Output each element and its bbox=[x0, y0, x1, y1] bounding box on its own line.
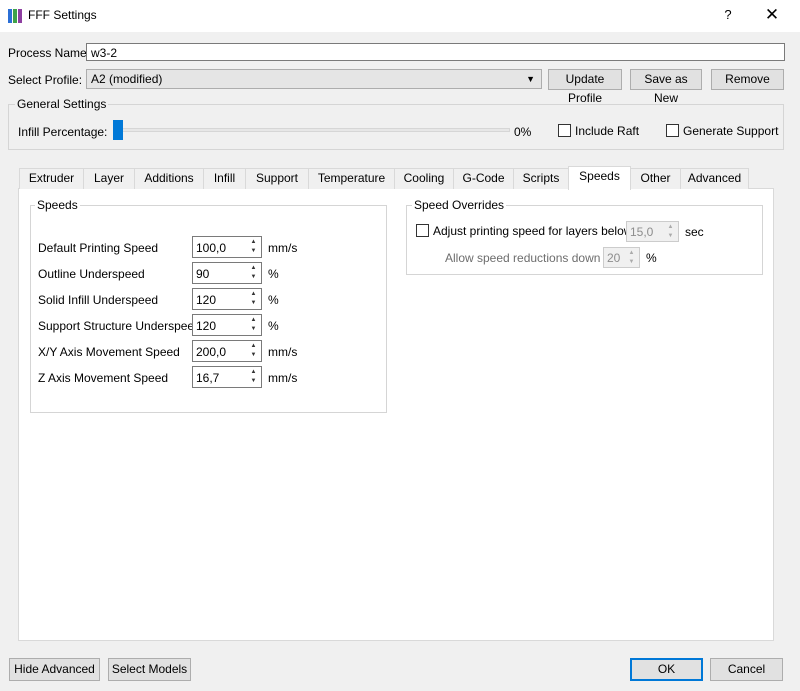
tab-other[interactable]: Other bbox=[630, 168, 681, 189]
profile-dropdown-value: A2 (modified) bbox=[91, 72, 163, 86]
z-axis-movement-speed-input[interactable]: 16,7 ▲ ▼ bbox=[192, 366, 262, 388]
xy-axis-movement-speed-value: 200,0 bbox=[196, 345, 227, 359]
chevron-down-icon: ▼ bbox=[526, 74, 535, 84]
adjust-speed-label: Adjust printing speed for layers below bbox=[433, 224, 633, 238]
support-structure-underspeed-value: 120 bbox=[196, 319, 217, 333]
update-profile-button[interactable]: Update Profile bbox=[548, 69, 622, 105]
outline-underspeed-input[interactable]: 90 ▲ ▼ bbox=[192, 262, 262, 284]
adjust-speed-value: 15,0 bbox=[630, 225, 654, 239]
solid-infill-underspeed-value: 120 bbox=[196, 293, 217, 307]
infill-percentage-label: Infill Percentage: bbox=[18, 125, 108, 139]
profile-dropdown[interactable]: A2 (modified) ▼ bbox=[86, 69, 542, 89]
save-as-new-button[interactable]: Save as New bbox=[630, 69, 702, 105]
support-structure-underspeed-label: Support Structure Underspeed bbox=[38, 319, 201, 333]
speed-reduction-label: Allow speed reductions down to bbox=[445, 251, 614, 265]
spin-arrows-icon[interactable]: ▲ ▼ bbox=[247, 342, 260, 360]
xy-axis-movement-speed-unit: mm/s bbox=[268, 345, 298, 359]
adjust-speed-checkbox[interactable] bbox=[416, 224, 429, 237]
select-profile-label: Select Profile: bbox=[8, 73, 83, 87]
app-logo-icon bbox=[8, 9, 22, 23]
support-structure-underspeed-input[interactable]: 120 ▲ ▼ bbox=[192, 314, 262, 336]
solid-infill-underspeed-input[interactable]: 120 ▲ ▼ bbox=[192, 288, 262, 310]
select-models-button[interactable]: Select Models bbox=[108, 658, 191, 681]
tab-layer[interactable]: Layer bbox=[83, 168, 135, 189]
solid-infill-underspeed-unit: % bbox=[268, 293, 279, 307]
generate-support-label: Generate Support bbox=[683, 124, 779, 138]
default-printing-speed-label: Default Printing Speed bbox=[38, 241, 159, 255]
close-icon[interactable]: ✕ bbox=[756, 4, 788, 26]
outline-underspeed-unit: % bbox=[268, 267, 279, 281]
spin-arrows-icon[interactable]: ▲ ▼ bbox=[247, 368, 260, 386]
infill-slider-thumb[interactable] bbox=[113, 120, 123, 140]
title-bar: FFF Settings ? ✕ bbox=[0, 0, 800, 32]
help-button[interactable]: ? bbox=[716, 4, 740, 26]
speeds-group-title: Speeds bbox=[35, 198, 80, 212]
z-axis-movement-speed-value: 16,7 bbox=[196, 371, 220, 385]
xy-axis-movement-speed-label: X/Y Axis Movement Speed bbox=[38, 345, 180, 359]
include-raft-checkbox[interactable] bbox=[558, 124, 571, 137]
tab-support[interactable]: Support bbox=[245, 168, 309, 189]
process-name-input[interactable]: w3-2 bbox=[86, 43, 785, 61]
adjust-speed-input[interactable]: 15,0 ▲ ▼ bbox=[626, 221, 679, 242]
general-settings-title: General Settings bbox=[15, 97, 109, 111]
spin-arrows-icon[interactable]: ▲ ▼ bbox=[247, 238, 260, 256]
tab-g-code[interactable]: G-Code bbox=[453, 168, 514, 189]
z-axis-movement-speed-unit: mm/s bbox=[268, 371, 298, 385]
solid-infill-underspeed-label: Solid Infill Underspeed bbox=[38, 293, 159, 307]
speed-reduction-value: 20 bbox=[607, 251, 621, 265]
spin-arrows-icon[interactable]: ▲ ▼ bbox=[625, 249, 638, 266]
outline-underspeed-value: 90 bbox=[196, 267, 210, 281]
tab-additions[interactable]: Additions bbox=[134, 168, 204, 189]
default-printing-speed-unit: mm/s bbox=[268, 241, 298, 255]
infill-percentage-value: 0% bbox=[514, 125, 532, 139]
outline-underspeed-label: Outline Underspeed bbox=[38, 267, 145, 281]
xy-axis-movement-speed-input[interactable]: 200,0 ▲ ▼ bbox=[192, 340, 262, 362]
infill-slider-track[interactable] bbox=[118, 128, 510, 132]
include-raft-label: Include Raft bbox=[575, 124, 640, 138]
support-structure-underspeed-unit: % bbox=[268, 319, 279, 333]
tab-infill[interactable]: Infill bbox=[203, 168, 246, 189]
default-printing-speed-value: 100,0 bbox=[196, 241, 227, 255]
spin-arrows-icon[interactable]: ▲ ▼ bbox=[247, 264, 260, 282]
tab-scripts[interactable]: Scripts bbox=[513, 168, 569, 189]
adjust-speed-unit: sec bbox=[685, 225, 704, 239]
tab-temperature[interactable]: Temperature bbox=[308, 168, 395, 189]
generate-support-checkbox[interactable] bbox=[666, 124, 679, 137]
cancel-button[interactable]: Cancel bbox=[710, 658, 783, 681]
tab-extruder[interactable]: Extruder bbox=[19, 168, 84, 189]
process-name-label: Process Name: bbox=[8, 46, 91, 60]
spin-arrows-icon[interactable]: ▲ ▼ bbox=[247, 290, 260, 308]
speed-overrides-title: Speed Overrides bbox=[412, 198, 507, 212]
hide-advanced-button[interactable]: Hide Advanced bbox=[9, 658, 100, 681]
tab-cooling[interactable]: Cooling bbox=[394, 168, 454, 189]
ok-button[interactable]: OK bbox=[630, 658, 703, 681]
window-title: FFF Settings bbox=[28, 8, 97, 22]
z-axis-movement-speed-label: Z Axis Movement Speed bbox=[38, 371, 169, 385]
default-printing-speed-input[interactable]: 100,0 ▲ ▼ bbox=[192, 236, 262, 258]
remove-profile-button[interactable]: Remove bbox=[711, 69, 784, 90]
spin-arrows-icon[interactable]: ▲ ▼ bbox=[664, 223, 677, 240]
speed-reduction-unit: % bbox=[646, 251, 657, 265]
tab-speeds[interactable]: Speeds bbox=[568, 166, 631, 190]
tab-advanced[interactable]: Advanced bbox=[680, 168, 749, 189]
spin-arrows-icon[interactable]: ▲ ▼ bbox=[247, 316, 260, 334]
speed-reduction-input[interactable]: 20 ▲ ▼ bbox=[603, 247, 640, 268]
